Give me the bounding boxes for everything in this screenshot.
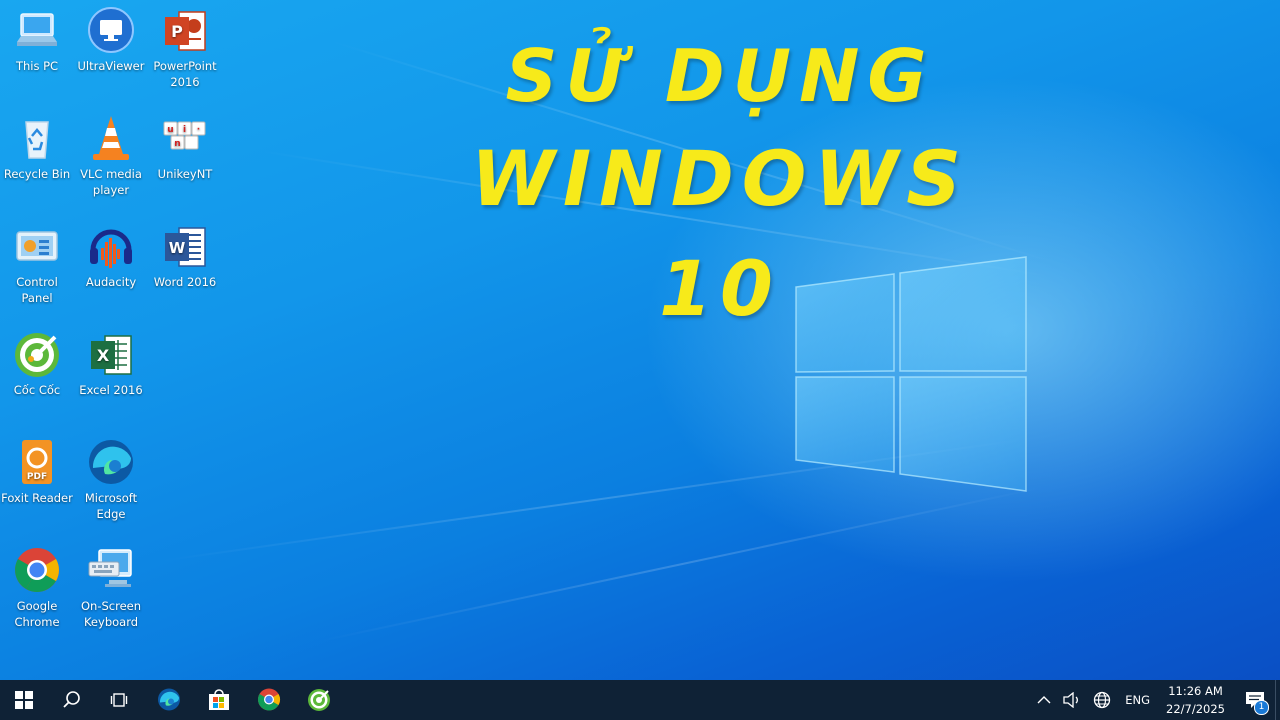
- desktop-icon-recycle-bin[interactable]: Recycle Bin: [0, 114, 74, 182]
- desktop-icon-word[interactable]: W Word 2016: [148, 222, 222, 290]
- desktop-icon-label: Recycle Bin: [3, 167, 71, 181]
- desktop-icon-label: Microsoft Edge: [84, 491, 138, 521]
- headline-line-2: WINDOWS 10: [471, 134, 969, 333]
- task-view-icon: [110, 693, 128, 707]
- network-button[interactable]: [1087, 680, 1117, 720]
- headline-title: SỬ DỤNG WINDOWS 10: [430, 28, 1010, 344]
- onscreen-keyboard-icon: [88, 549, 132, 587]
- show-desktop-button[interactable]: [1275, 680, 1280, 720]
- powerpoint-icon: P: [165, 11, 206, 51]
- edge-icon: [89, 440, 133, 484]
- clock-time: 11:26 AM: [1168, 684, 1223, 698]
- notifications-button[interactable]: 1: [1233, 680, 1275, 720]
- desktop-icon-foxit[interactable]: PDF Foxit Reader: [0, 438, 74, 506]
- foxit-icon: PDF: [22, 440, 52, 484]
- taskbar-app-edge[interactable]: [144, 680, 194, 720]
- chevron-up-icon: [1037, 696, 1051, 704]
- notification-count-badge: 1: [1254, 700, 1269, 715]
- coccoc-icon: [15, 333, 59, 377]
- desktop-icon-label: VLC media player: [80, 167, 142, 197]
- desktop-icon-label: On-Screen Keyboard: [80, 599, 142, 629]
- desktop-icon-label: Excel 2016: [79, 383, 143, 397]
- speaker-icon: [1063, 692, 1079, 708]
- light-ray: [159, 437, 1032, 562]
- svg-text:X: X: [97, 346, 110, 365]
- svg-text:·: ·: [197, 125, 200, 135]
- unikey-icon: u i · n: [163, 121, 206, 150]
- this-pc-icon: [17, 13, 57, 46]
- input-language-indicator[interactable]: ENG: [1117, 693, 1158, 707]
- desktop-icon-label: This PC: [15, 59, 59, 73]
- store-icon: [209, 689, 229, 710]
- desktop-icon-excel[interactable]: X Excel 2016: [74, 330, 148, 398]
- desktop-icon-label: Cốc Cốc: [13, 383, 61, 397]
- desktop-background: SỬ DỤNG WINDOWS 10 This PC Recycle Bin C…: [0, 0, 1280, 680]
- svg-text:PDF: PDF: [27, 472, 47, 482]
- desktop-icon-label: Audacity: [85, 275, 137, 289]
- desktop-icon-this-pc[interactable]: This PC: [0, 6, 74, 74]
- svg-text:u: u: [167, 125, 173, 135]
- control-panel-icon: [16, 231, 58, 261]
- chrome-icon: [258, 688, 280, 711]
- desktop-icon-edge[interactable]: Microsoft Edge: [74, 438, 148, 522]
- desktop-icon-label: Word 2016: [153, 275, 217, 289]
- taskbar-search-button[interactable]: [48, 680, 96, 720]
- clock-date: 22/7/2025: [1166, 702, 1225, 716]
- show-hidden-icons-button[interactable]: [1031, 680, 1057, 720]
- desktop-icon-powerpoint[interactable]: P PowerPoint 2016: [148, 6, 222, 90]
- recycle-bin-icon: [25, 121, 49, 159]
- desktop-icon-chrome[interactable]: Google Chrome: [0, 546, 74, 630]
- desktop-icon-label: Control Panel: [16, 275, 58, 305]
- desktop-icon-coccoc[interactable]: Cốc Cốc: [0, 330, 74, 398]
- volume-button[interactable]: [1057, 680, 1087, 720]
- desktop-icon-label: UnikeyNT: [157, 167, 213, 181]
- desktop-icon-unikey[interactable]: u i · n UnikeyNT: [148, 114, 222, 182]
- desktop-icon-audacity[interactable]: Audacity: [74, 222, 148, 290]
- taskbar: ENG 11:26 AM 22/7/2025 1: [0, 680, 1280, 720]
- svg-text:n: n: [174, 139, 180, 149]
- search-icon: [63, 691, 80, 708]
- word-icon: W: [165, 227, 206, 267]
- excel-icon: X: [91, 335, 132, 375]
- start-icon: [15, 691, 33, 709]
- desktop-icon-label: PowerPoint 2016: [153, 59, 217, 89]
- svg-text:i: i: [183, 125, 186, 135]
- desktop-icon-label: Google Chrome: [14, 599, 60, 629]
- taskbar-app-chrome[interactable]: [244, 680, 294, 720]
- clock[interactable]: 11:26 AM 22/7/2025: [1158, 682, 1233, 718]
- desktop-icon-onscreen-keyboard[interactable]: On-Screen Keyboard: [74, 546, 148, 630]
- desktop-icon-label: Foxit Reader: [1, 491, 73, 505]
- svg-text:W: W: [169, 239, 186, 257]
- light-ray: [319, 486, 1045, 642]
- taskbar-app-coccoc[interactable]: [294, 680, 344, 720]
- globe-icon: [1094, 691, 1111, 709]
- chrome-icon: [15, 548, 59, 592]
- desktop-icon-label: UltraViewer: [77, 59, 145, 73]
- vlc-icon: [93, 116, 129, 160]
- desktop-icon-ultraviewer[interactable]: UltraViewer: [74, 6, 148, 74]
- coccoc-icon: [308, 689, 330, 711]
- ultraviewer-icon: [88, 7, 134, 53]
- svg-text:P: P: [171, 22, 183, 41]
- system-tray: ENG 11:26 AM 22/7/2025 1: [1031, 680, 1280, 720]
- start-button[interactable]: [0, 680, 48, 720]
- edge-icon: [158, 688, 180, 711]
- audacity-icon: [90, 229, 132, 268]
- headline-line-1: SỬ DỤNG: [505, 34, 935, 118]
- task-view-button[interactable]: [96, 680, 144, 720]
- taskbar-app-store[interactable]: [194, 680, 244, 720]
- desktop-icon-control-panel[interactable]: Control Panel: [0, 222, 74, 306]
- desktop-icon-vlc[interactable]: VLC media player: [74, 114, 148, 198]
